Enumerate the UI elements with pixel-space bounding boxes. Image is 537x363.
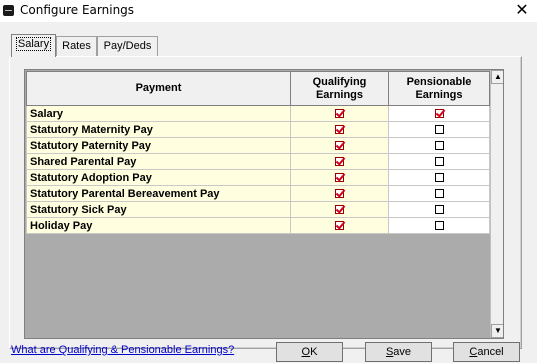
pensionable-cell (388, 153, 490, 170)
table-row: Statutory Adoption Pay (26, 169, 490, 186)
ok-button[interactable]: OK (276, 342, 343, 362)
pensionable-cell (388, 185, 490, 202)
pensionable-checkbox-icon[interactable] (434, 109, 444, 119)
pensionable-cell (388, 137, 490, 154)
window-title: Configure Earnings (20, 3, 135, 17)
tab-rates[interactable]: Rates (56, 36, 97, 56)
payment-cell[interactable]: Statutory Paternity Pay (26, 137, 291, 154)
pensionable-cell (388, 217, 490, 234)
vertical-scrollbar[interactable]: ▲ ▼ (490, 70, 503, 338)
help-link[interactable]: What are Qualifying & Pensionable Earnin… (11, 344, 234, 356)
qualifying-cell (290, 121, 389, 138)
table-row: Statutory Paternity Pay (26, 137, 490, 154)
qualifying-cell (290, 153, 389, 170)
payment-cell[interactable]: Statutory Sick Pay (26, 201, 291, 218)
table-row: Salary (26, 105, 490, 122)
pensionable-checkbox-icon[interactable] (434, 189, 444, 199)
payment-cell[interactable]: Shared Parental Pay (26, 153, 291, 170)
tab-pay-deds[interactable]: Pay/Deds (97, 36, 158, 56)
save-button-label: ave (393, 346, 412, 358)
header-payment[interactable]: Payment (26, 71, 291, 106)
dialog-client-area: Salary Rates Pay/Deds Payment Qualifying… (0, 22, 537, 363)
payment-cell[interactable]: Statutory Adoption Pay (26, 169, 291, 186)
earnings-grid: Payment Qualifying Earnings Pensionable … (24, 69, 504, 339)
cancel-button[interactable]: Cancel (453, 342, 520, 362)
qualifying-checkbox-icon[interactable] (335, 125, 344, 135)
scroll-down-icon[interactable]: ▼ (491, 324, 503, 338)
header-pensionable[interactable]: Pensionable Earnings (388, 71, 490, 106)
table-row: Statutory Parental Bereavement Pay (26, 185, 490, 202)
qualifying-checkbox-icon[interactable] (335, 109, 344, 119)
qualifying-checkbox-icon[interactable] (335, 205, 344, 215)
ok-button-label: K (310, 346, 318, 358)
tab-salary[interactable]: Salary (11, 34, 56, 57)
ok-button-mnemonic: O (301, 346, 311, 358)
cancel-button-label: ancel (477, 346, 504, 358)
qualifying-cell (290, 105, 389, 122)
qualifying-checkbox-icon[interactable] (335, 221, 344, 231)
qualifying-checkbox-icon[interactable] (335, 141, 344, 151)
table-row: Holiday Pay (26, 217, 490, 234)
close-icon[interactable]: ✕ (510, 1, 534, 19)
pensionable-cell (388, 201, 490, 218)
app-icon (3, 5, 14, 16)
payment-cell[interactable]: Statutory Maternity Pay (26, 121, 291, 138)
table-row: Statutory Maternity Pay (26, 121, 490, 138)
qualifying-cell (290, 217, 389, 234)
save-button[interactable]: Save (365, 342, 432, 362)
qualifying-checkbox-icon[interactable] (335, 189, 344, 199)
title-bar: Configure Earnings ✕ (0, 0, 537, 22)
earnings-table: Payment Qualifying Earnings Pensionable … (26, 71, 490, 234)
grid-body: Payment Qualifying Earnings Pensionable … (26, 71, 490, 338)
payment-cell[interactable]: Salary (26, 105, 291, 122)
pensionable-cell (388, 169, 490, 186)
tab-salary-label: Salary (15, 37, 52, 51)
header-qualifying[interactable]: Qualifying Earnings (290, 71, 389, 106)
pensionable-cell (388, 105, 490, 122)
pensionable-checkbox-icon[interactable] (434, 141, 444, 151)
qualifying-checkbox-icon[interactable] (335, 173, 344, 183)
pensionable-cell (388, 121, 490, 138)
table-header-row: Payment Qualifying Earnings Pensionable … (26, 71, 490, 106)
qualifying-checkbox-icon[interactable] (335, 157, 344, 167)
pensionable-checkbox-icon[interactable] (434, 173, 444, 183)
table-row: Shared Parental Pay (26, 153, 490, 170)
scroll-up-icon[interactable]: ▲ (491, 70, 503, 84)
pensionable-checkbox-icon[interactable] (434, 125, 444, 135)
qualifying-cell (290, 201, 389, 218)
tab-pay-deds-label: Pay/Deds (103, 40, 152, 52)
pensionable-checkbox-icon[interactable] (434, 157, 444, 167)
payment-cell[interactable]: Holiday Pay (26, 217, 291, 234)
qualifying-cell (290, 185, 389, 202)
tab-rates-label: Rates (62, 40, 91, 52)
pensionable-checkbox-icon[interactable] (434, 221, 444, 231)
qualifying-cell (290, 169, 389, 186)
payment-cell[interactable]: Statutory Parental Bereavement Pay (26, 185, 291, 202)
table-row: Statutory Sick Pay (26, 201, 490, 218)
pensionable-checkbox-icon[interactable] (434, 205, 444, 215)
qualifying-cell (290, 137, 389, 154)
